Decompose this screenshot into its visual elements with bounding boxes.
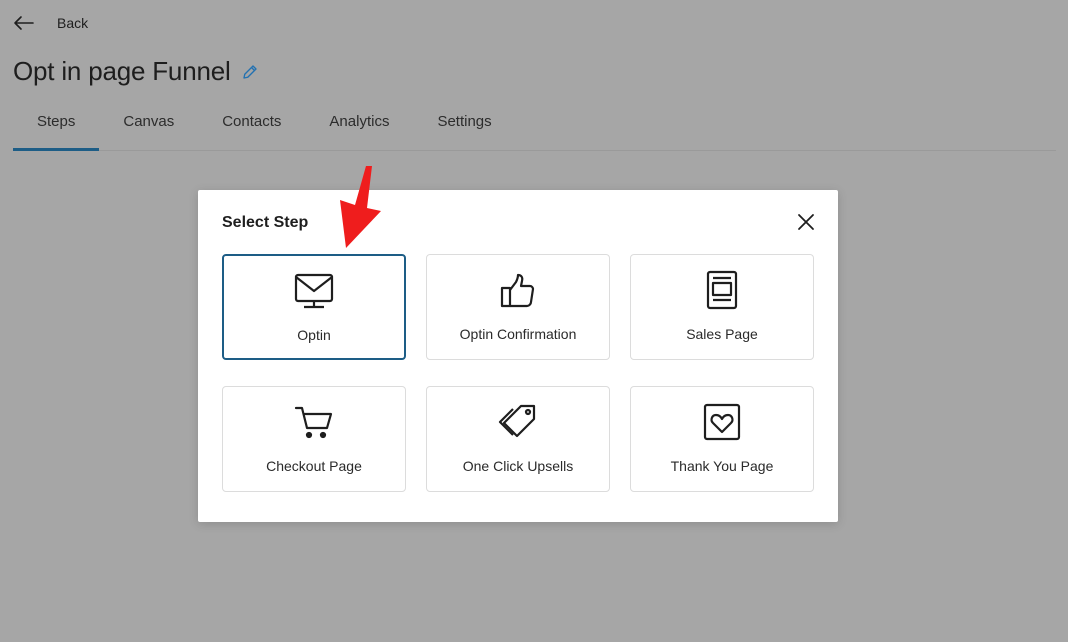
tab-contacts[interactable]: Contacts — [198, 98, 305, 145]
page-title: Opt in page Funnel — [13, 56, 231, 86]
step-label: Sales Page — [686, 326, 758, 342]
step-card-optin-confirmation[interactable]: Optin Confirmation — [426, 254, 610, 360]
tab-analytics[interactable]: Analytics — [305, 98, 413, 145]
close-icon[interactable] — [794, 210, 818, 234]
tab-canvas[interactable]: Canvas — [99, 98, 198, 145]
heart-frame-icon — [703, 403, 741, 441]
page-layout-icon — [706, 270, 738, 310]
step-card-optin[interactable]: Optin — [222, 254, 406, 360]
back-label: Back — [57, 15, 89, 31]
step-card-checkout-page[interactable]: Checkout Page — [222, 386, 406, 492]
step-label: Optin Confirmation — [459, 326, 577, 342]
tab-steps[interactable]: Steps — [13, 98, 100, 151]
cart-icon — [294, 406, 333, 439]
envelope-icon — [294, 273, 334, 309]
step-card-sales-page[interactable]: Sales Page — [630, 254, 814, 360]
pencil-icon[interactable] — [241, 63, 259, 81]
tab-settings[interactable]: Settings — [413, 98, 515, 145]
annotation-arrow — [340, 166, 381, 248]
tab-bar: Steps Canvas Contacts Analytics Settings — [13, 104, 1056, 151]
arrow-left-icon — [14, 16, 34, 30]
top-bar: Back — [0, 0, 1068, 46]
title-row: Opt in page Funnel — [13, 56, 259, 87]
step-card-one-click-upsells[interactable]: One Click Upsells — [426, 386, 610, 492]
modal-title: Select Step — [222, 214, 309, 231]
step-label: Optin — [297, 327, 331, 343]
select-step-modal: Select Step Optin Optin Confirmation Sal… — [198, 190, 838, 522]
step-label: Thank You Page — [670, 458, 774, 474]
step-card-thank-you-page[interactable]: Thank You Page — [630, 386, 814, 492]
step-label: Checkout Page — [266, 458, 362, 474]
tags-icon — [498, 404, 536, 438]
thumbs-up-icon — [500, 273, 535, 308]
back-link[interactable]: Back — [12, 11, 88, 35]
step-label: One Click Upsells — [462, 458, 574, 474]
step-grid: Optin Optin Confirmation Sales Page Chec… — [222, 254, 814, 492]
